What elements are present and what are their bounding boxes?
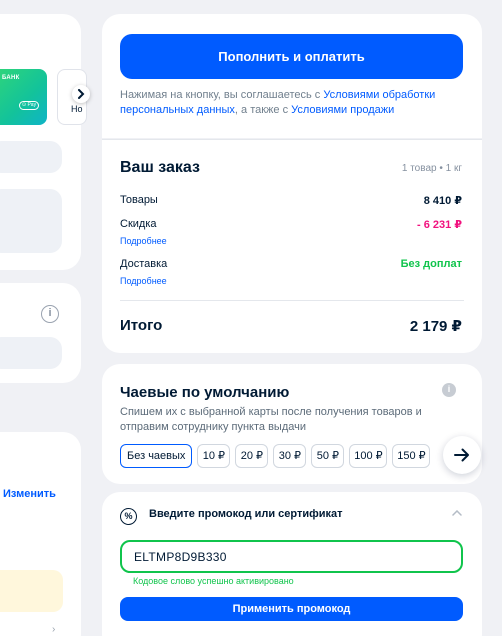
change-link[interactable]: Изменить — [3, 488, 56, 500]
bank-card-tile[interactable]: БАНК ⊙ Pay — [0, 69, 47, 125]
left-notice-box — [0, 570, 63, 612]
bank-card-label: БАНК — [2, 75, 20, 81]
promo-status-text: Кодовое слово успешно активировано — [133, 576, 294, 586]
discount-value: - 6 231 ₽ — [417, 219, 462, 231]
order-summary-card: Ваш заказ 1 товар • 1 кг Товары 8 410 ₽ … — [102, 139, 482, 353]
apply-promo-button[interactable]: Применить промокод — [120, 597, 463, 621]
divider — [120, 300, 464, 301]
left-placeholder-bar-2 — [0, 189, 62, 253]
info-icon[interactable]: i — [41, 305, 59, 323]
tip-option-20[interactable]: 20 ₽ — [235, 444, 269, 468]
tips-card: Чаевые по умолчанию i Спишем их с выбран… — [102, 364, 482, 484]
goods-label: Товары — [120, 194, 158, 206]
goods-value: 8 410 ₽ — [423, 195, 462, 207]
chevron-right-icon[interactable]: › — [52, 624, 55, 635]
tips-description: Спишем их с выбранной карты после получе… — [120, 406, 422, 433]
pay-badge: ⊙ Pay — [19, 101, 39, 110]
total-value: 2 179 ₽ — [409, 318, 462, 335]
discount-more-link[interactable]: Подробнее — [120, 236, 167, 246]
tip-option-50[interactable]: 50 ₽ — [311, 444, 345, 468]
terms-prefix: Нажимая на кнопку, вы соглашаетесь с — [120, 89, 324, 101]
promo-code-input[interactable] — [120, 540, 463, 573]
left-placeholder-bar-1 — [0, 141, 62, 173]
left-placeholder-bar-3 — [0, 337, 62, 369]
arrow-right-icon — [454, 448, 469, 462]
tips-info-icon[interactable]: i — [442, 383, 456, 397]
order-meta: 1 товар • 1 кг — [401, 163, 462, 174]
chevron-right-icon — [78, 89, 85, 99]
terms-middle: , а также с — [234, 104, 292, 116]
delivery-label: Доставка — [120, 258, 168, 270]
promo-card: Введите промокод или сертификат Кодовое … — [102, 492, 482, 636]
promo-header[interactable]: Введите промокод или сертификат — [149, 508, 343, 520]
tips-title: Чаевые по умолчанию — [120, 384, 290, 401]
new-card-label: Но — [71, 104, 83, 114]
terms-sale-link[interactable]: Условиями продажи — [291, 104, 394, 116]
tip-option-30[interactable]: 30 ₽ — [273, 444, 307, 468]
percent-icon: % — [120, 508, 137, 525]
cards-scroll-right-button[interactable] — [72, 85, 90, 103]
delivery-value: Без доплат — [400, 258, 462, 270]
tip-option-100[interactable]: 100 ₽ — [349, 444, 388, 468]
payment-card: Пополнить и оплатить Нажимая на кнопку, … — [102, 14, 482, 138]
tip-option-150[interactable]: 150 ₽ — [392, 444, 431, 468]
order-title: Ваш заказ — [120, 159, 200, 176]
tip-option-10[interactable]: 10 ₽ — [197, 444, 231, 468]
chevron-up-icon[interactable] — [452, 510, 462, 516]
delivery-more-link[interactable]: Подробнее — [120, 276, 167, 286]
tips-scroll-right-button[interactable] — [443, 436, 481, 474]
total-label: Итого — [120, 317, 163, 334]
discount-label: Скидка — [120, 218, 157, 230]
tips-options: Без чаевых 10 ₽20 ₽30 ₽50 ₽100 ₽150 ₽ — [120, 444, 465, 468]
pay-button[interactable]: Пополнить и оплатить — [120, 34, 463, 79]
terms-text: Нажимая на кнопку, вы соглашаетесь с Усл… — [120, 88, 465, 118]
tip-option-none[interactable]: Без чаевых — [120, 444, 193, 468]
